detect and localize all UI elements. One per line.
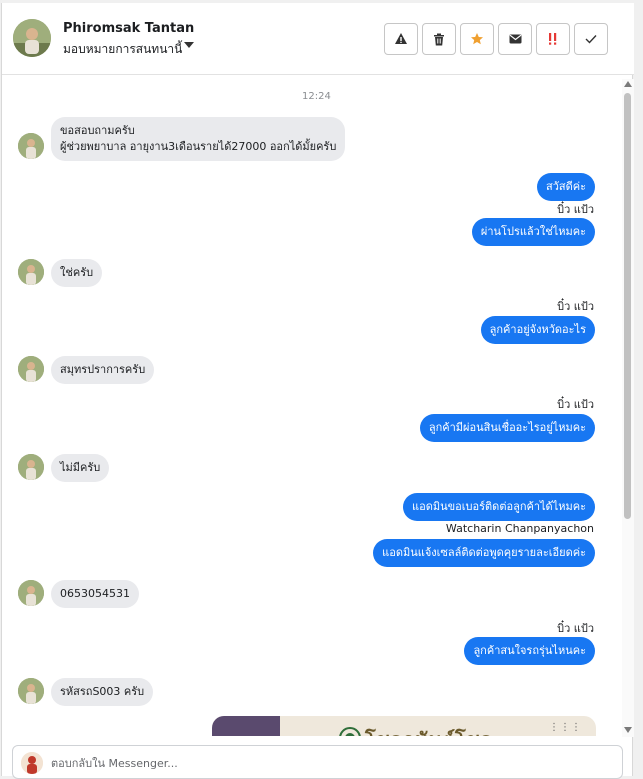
exclamation-icon xyxy=(549,33,557,45)
sender-name: บิ๋ว แป้ว xyxy=(557,300,594,313)
scrollbar-thumb[interactable] xyxy=(624,93,631,519)
attachment-dots: ⋮⋮⋮ xyxy=(549,722,582,733)
chevron-down-icon[interactable] xyxy=(184,42,194,48)
incoming-message[interactable]: ใช่ครับ xyxy=(51,259,103,287)
contact-avatar-small xyxy=(18,259,44,285)
star-button[interactable] xyxy=(460,23,494,55)
conversation-panel: Phiromsak Tantan มอบหมายการสนทนานี้ 12:2… xyxy=(1,3,634,779)
page-avatar xyxy=(21,752,43,774)
attachment-title: โชคอนันต์โชค xyxy=(365,724,493,736)
message-timestamp: 12:24 xyxy=(302,91,331,102)
scroll-up-arrow-icon[interactable] xyxy=(624,81,632,87)
sender-name: Watcharin Chanpanyachon xyxy=(445,522,594,535)
image-attachment[interactable]: โชคอนันต์โชค ⋮⋮⋮ xyxy=(212,716,596,736)
outgoing-message[interactable]: ลูกค้าอยู่จังหวัดอะไร xyxy=(480,316,595,344)
incoming-message[interactable]: 0653054531 xyxy=(51,580,139,608)
thread-scrollbar[interactable] xyxy=(622,79,634,737)
envelope-icon xyxy=(509,34,521,44)
contact-name[interactable]: Phiromsak Tantan xyxy=(63,21,194,36)
sender-name: บิ๋ว แป้ว xyxy=(557,203,594,216)
outgoing-message[interactable]: แอดมินแจ้งเซลล์ติดต่อพูดคุยรายละเอียดค่ะ xyxy=(373,539,595,567)
reply-input[interactable] xyxy=(51,754,591,772)
outgoing-message[interactable]: แอดมินขอเบอร์ติดต่อลูกค้าได้ไหมคะ xyxy=(403,493,595,521)
contact-avatar[interactable] xyxy=(13,19,51,57)
trash-icon xyxy=(434,33,444,45)
incoming-message[interactable]: ไม่มีครับ xyxy=(51,454,110,482)
mark-done-button[interactable] xyxy=(574,23,608,55)
contact-avatar-small xyxy=(18,454,44,480)
sender-name: บิ๋ว แป้ว xyxy=(557,622,594,635)
incoming-message[interactable]: สมุทรปราการครับ xyxy=(51,356,155,384)
scroll-down-arrow-icon[interactable] xyxy=(624,727,632,733)
star-icon xyxy=(471,33,483,45)
contact-avatar-small xyxy=(18,580,44,606)
contact-avatar-small xyxy=(18,133,44,159)
outgoing-message[interactable]: สวัสดีค่ะ xyxy=(536,173,595,201)
attachment-banner xyxy=(212,716,280,736)
outgoing-message[interactable]: ลูกค้ามีผ่อนสินเชื่ออะไรอยู่ไหมคะ xyxy=(419,414,595,442)
reply-composer[interactable] xyxy=(12,745,623,779)
incoming-message[interactable]: ขอสอบถามครับ ผู้ช่วยพยาบาล อายุงาน3เดือน… xyxy=(51,117,346,161)
message-text: ขอสอบถามครับ ผู้ช่วยพยาบาล อายุงาน3เดือน… xyxy=(60,124,337,153)
sender-name: บิ๋ว แป้ว xyxy=(557,398,594,411)
warning-icon xyxy=(395,33,407,44)
logo-icon xyxy=(339,727,361,736)
header-actions xyxy=(384,23,608,55)
incoming-message[interactable]: รหัสรถS003 ครับ xyxy=(51,678,154,706)
contact-avatar-small xyxy=(18,678,44,704)
message-thread[interactable]: 12:24 ขอสอบถามครับ ผู้ช่วยพยาบาล อายุงาน… xyxy=(2,76,624,736)
contact-avatar-small xyxy=(18,356,44,382)
report-button[interactable] xyxy=(384,23,418,55)
delete-button[interactable] xyxy=(422,23,456,55)
outgoing-message[interactable]: ลูกค้าสนใจรถรุ่นไหนคะ xyxy=(464,637,595,665)
mark-unread-button[interactable] xyxy=(498,23,532,55)
check-icon xyxy=(585,35,597,44)
outgoing-message[interactable]: ผ่านโปรแล้วใช่ไหมคะ xyxy=(471,218,595,246)
follow-up-button[interactable] xyxy=(536,23,570,55)
conversation-header: Phiromsak Tantan มอบหมายการสนทนานี้ xyxy=(2,3,634,75)
assign-conversation-label[interactable]: มอบหมายการสนทนานี้ xyxy=(63,40,182,59)
